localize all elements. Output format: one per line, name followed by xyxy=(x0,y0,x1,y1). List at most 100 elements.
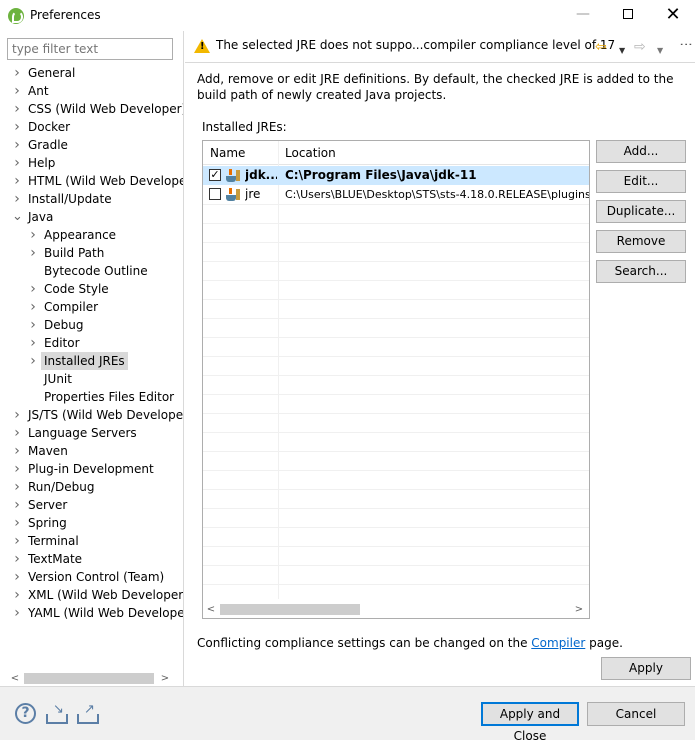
chevron-right-icon[interactable]: › xyxy=(12,604,22,622)
tree-item-textmate[interactable]: › TextMate xyxy=(0,550,183,568)
help-icon[interactable]: ? xyxy=(15,703,36,724)
tree-item-gradle[interactable]: › Gradle xyxy=(0,136,183,154)
tree-item-maven[interactable]: › Maven xyxy=(0,442,183,460)
forward-history-dropdown-icon[interactable]: ▼ xyxy=(657,43,663,59)
chevron-right-icon[interactable]: › xyxy=(12,568,22,586)
chevron-right-icon[interactable]: › xyxy=(12,64,22,82)
remove-jre-button[interactable]: Remove xyxy=(596,230,686,253)
chevron-right-icon[interactable]: › xyxy=(12,460,22,478)
table-scroll-left-arrow[interactable]: < xyxy=(203,601,219,618)
chevron-right-icon[interactable]: › xyxy=(12,496,22,514)
table-row[interactable]: ✓ jdk... C:\Program Files\Java\jdk-11 xyxy=(203,166,589,185)
chevron-right-icon[interactable]: › xyxy=(12,586,22,604)
table-gridline xyxy=(203,565,589,566)
tree-item-java[interactable]: ⌄ Java xyxy=(0,208,183,226)
tree-item-install-update[interactable]: › Install/Update xyxy=(0,190,183,208)
apply-button[interactable]: Apply xyxy=(601,657,691,680)
tree-item-plug-in-development[interactable]: › Plug-in Development xyxy=(0,460,183,478)
scroll-left-arrow[interactable]: < xyxy=(7,670,23,687)
duplicate-jre-button[interactable]: Duplicate... xyxy=(596,200,686,223)
scroll-thumb[interactable] xyxy=(24,673,154,684)
tree-item-ant[interactable]: › Ant xyxy=(0,82,183,100)
tree-item-html-wild-web-developer[interactable]: › HTML (Wild Web Developer) xyxy=(0,172,183,190)
tree-item-spring[interactable]: › Spring xyxy=(0,514,183,532)
chevron-right-icon[interactable]: › xyxy=(28,226,38,244)
tree-item-junit[interactable]: JUnit xyxy=(0,370,183,388)
view-menu-icon[interactable]: ⋮ xyxy=(677,38,693,51)
tree-item-debug[interactable]: › Debug xyxy=(0,316,183,334)
chevron-right-icon[interactable]: › xyxy=(28,352,38,370)
tree-item-properties-files-editor[interactable]: Properties Files Editor xyxy=(0,388,183,406)
tree-item-help[interactable]: › Help xyxy=(0,154,183,172)
edit-jre-button[interactable]: Edit... xyxy=(596,170,686,193)
chevron-right-icon[interactable]: › xyxy=(12,550,22,568)
chevron-right-icon[interactable]: › xyxy=(12,442,22,460)
tree-item-build-path[interactable]: › Build Path xyxy=(0,244,183,262)
jre-checkbox[interactable]: ✓ xyxy=(209,169,221,181)
chevron-right-icon[interactable]: › xyxy=(28,280,38,298)
chevron-down-icon[interactable]: ⌄ xyxy=(12,208,23,226)
scroll-right-arrow[interactable]: > xyxy=(157,670,173,687)
tree-item-yaml-wild-web-developer[interactable]: › YAML (Wild Web Developer) xyxy=(0,604,183,622)
chevron-right-icon[interactable]: › xyxy=(12,136,22,154)
table-row[interactable]: jre C:\Users\BLUE\Desktop\STS\sts-4.18.0.… xyxy=(203,185,589,204)
chevron-right-icon[interactable]: › xyxy=(12,118,22,136)
chevron-right-icon[interactable]: › xyxy=(12,172,22,190)
tree-item-general[interactable]: › General xyxy=(0,64,183,82)
chevron-right-icon[interactable]: › xyxy=(12,100,22,118)
compiler-link[interactable]: Compiler xyxy=(531,636,585,650)
chevron-right-icon[interactable]: › xyxy=(12,406,22,424)
chevron-right-icon[interactable]: › xyxy=(12,82,22,100)
filter-input[interactable] xyxy=(7,38,173,60)
add-jre-button[interactable]: Add... xyxy=(596,140,686,163)
column-header-name[interactable]: Name xyxy=(203,141,278,165)
tree-item-editor[interactable]: › Editor xyxy=(0,334,183,352)
apply-and-close-button[interactable]: Apply and Close xyxy=(481,702,579,740)
table-scroll-thumb[interactable] xyxy=(220,604,360,615)
chevron-right-icon[interactable]: › xyxy=(12,154,22,172)
table-scroll-right-arrow[interactable]: > xyxy=(571,601,587,618)
maximize-button[interactable] xyxy=(605,0,651,31)
tree-item-server[interactable]: › Server xyxy=(0,496,183,514)
column-header-location[interactable]: Location xyxy=(278,141,336,165)
sidebar-horizontal-scrollbar[interactable]: < > xyxy=(7,670,173,687)
close-window-button[interactable]: ✕ xyxy=(650,0,695,31)
jre-checkbox[interactable] xyxy=(209,188,221,200)
tree-item-installed-jres[interactable]: › Installed JREs xyxy=(0,352,183,370)
tree-item-appearance[interactable]: › Appearance xyxy=(0,226,183,244)
cancel-button[interactable]: Cancel xyxy=(587,702,685,726)
tree-item-css-wild-web-developer[interactable]: › CSS (Wild Web Developer) xyxy=(0,100,183,118)
tree-item-terminal[interactable]: › Terminal xyxy=(0,532,183,550)
chevron-right-icon[interactable]: › xyxy=(12,478,22,496)
table-horizontal-scrollbar[interactable]: < > xyxy=(203,601,589,618)
back-arrow-icon[interactable]: ⇦ xyxy=(595,39,607,55)
minimize-button[interactable]: — xyxy=(560,0,606,31)
import-icon[interactable]: ↘ xyxy=(46,703,68,724)
table-gridline xyxy=(203,375,589,376)
search-jre-button[interactable]: Search... xyxy=(596,260,686,283)
tree-item-language-servers[interactable]: › Language Servers xyxy=(0,424,183,442)
chevron-right-icon[interactable]: › xyxy=(12,190,22,208)
tree-item-code-style[interactable]: › Code Style xyxy=(0,280,183,298)
tree-item-js-ts-wild-web-developer[interactable]: › JS/TS (Wild Web Developer) xyxy=(0,406,183,424)
tree-item-compiler[interactable]: › Compiler xyxy=(0,298,183,316)
chevron-right-icon[interactable]: › xyxy=(28,298,38,316)
tree-item-bytecode-outline[interactable]: Bytecode Outline xyxy=(0,262,183,280)
tree-item-docker[interactable]: › Docker xyxy=(0,118,183,136)
jre-name-cell: jdk... xyxy=(245,168,277,182)
table-gridline xyxy=(203,546,589,547)
chevron-right-icon[interactable]: › xyxy=(12,532,22,550)
back-history-dropdown-icon[interactable]: ▼ xyxy=(619,43,625,59)
export-icon[interactable]: ↗ xyxy=(77,703,99,724)
chevron-right-icon[interactable]: › xyxy=(28,316,38,334)
forward-arrow-icon[interactable]: ⇨ xyxy=(634,39,646,55)
tree-item-version-control-team[interactable]: › Version Control (Team) xyxy=(0,568,183,586)
tree-item-run-debug[interactable]: › Run/Debug xyxy=(0,478,183,496)
chevron-right-icon[interactable]: › xyxy=(28,334,38,352)
column-divider xyxy=(278,141,279,599)
tree-item-xml-wild-web-developer[interactable]: › XML (Wild Web Developer) xyxy=(0,586,183,604)
spring-app-icon xyxy=(8,8,24,24)
chevron-right-icon[interactable]: › xyxy=(12,514,22,532)
chevron-right-icon[interactable]: › xyxy=(12,424,22,442)
chevron-right-icon[interactable]: › xyxy=(28,244,38,262)
